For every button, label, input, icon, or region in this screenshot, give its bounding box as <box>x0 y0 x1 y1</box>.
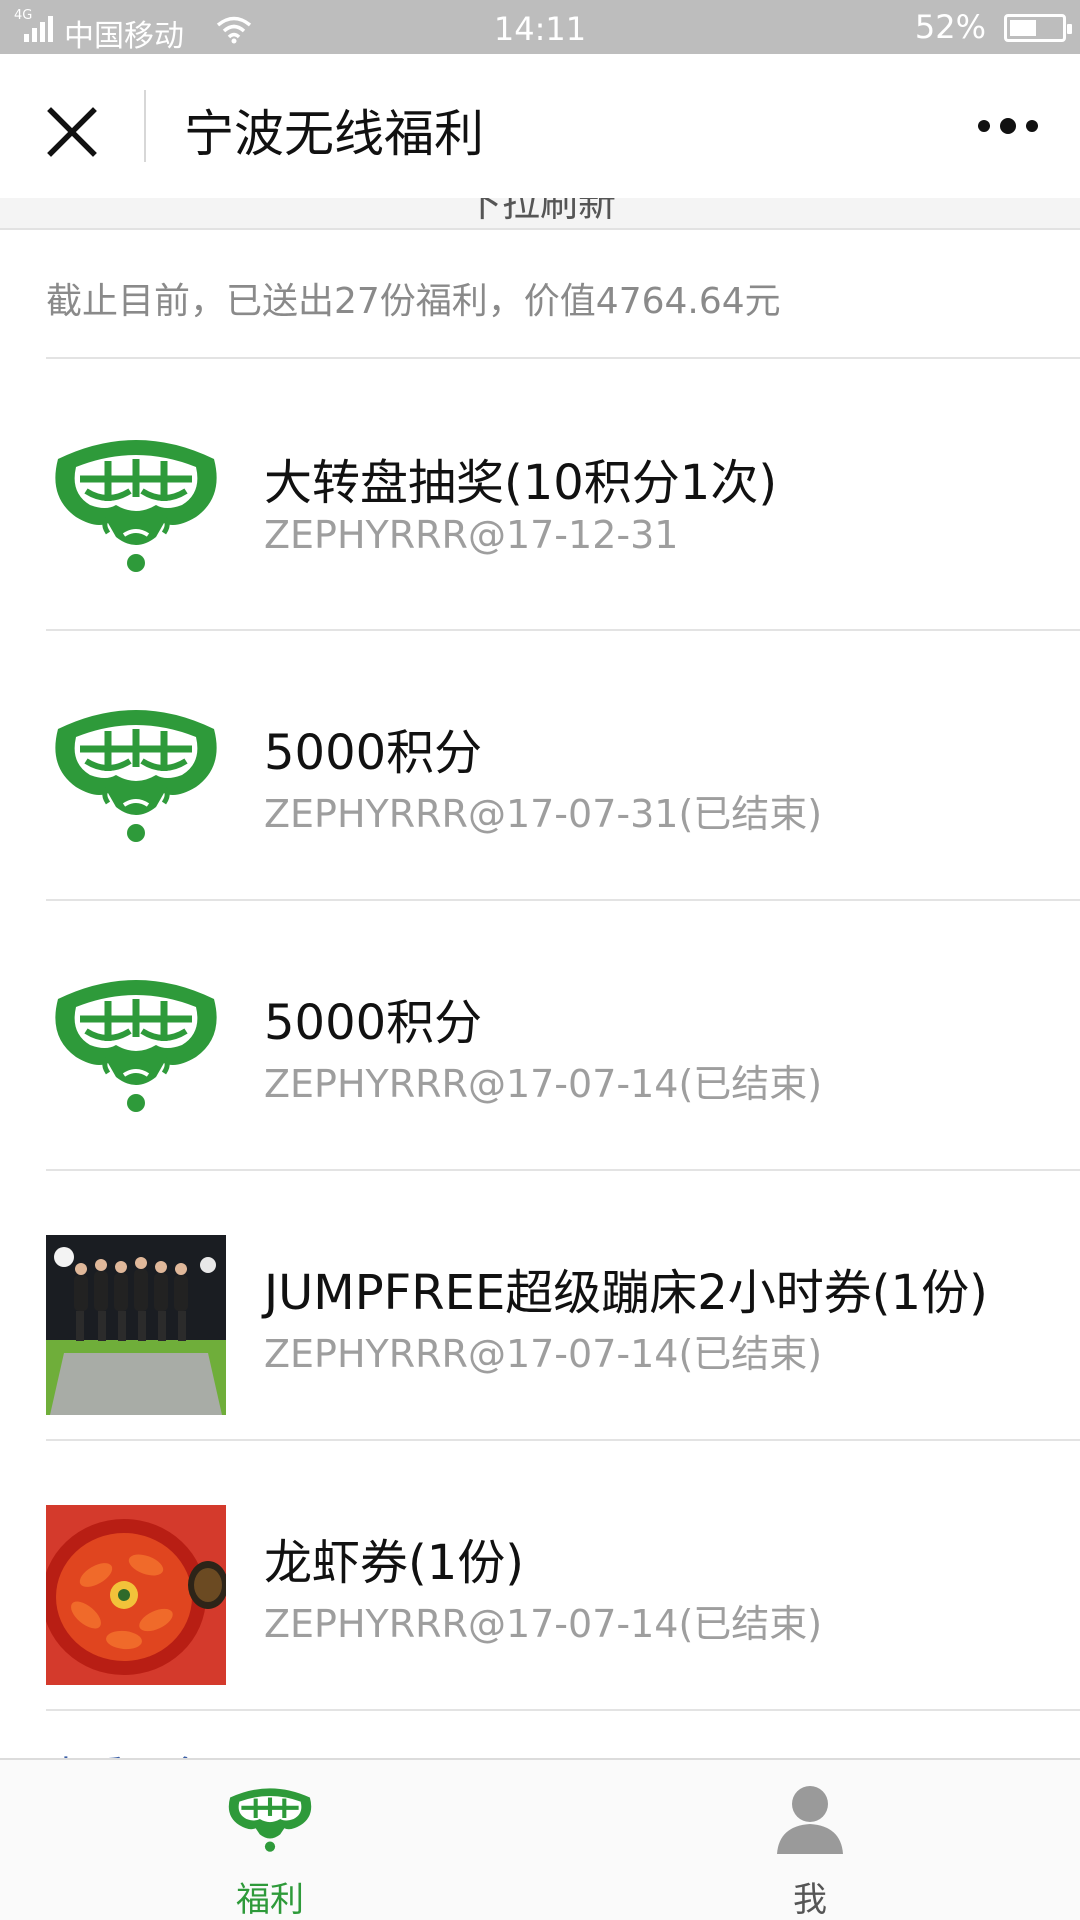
person-icon <box>760 1778 860 1858</box>
green-logo <box>46 965 226 1145</box>
green-logo-icon <box>55 980 217 1112</box>
green-logo <box>46 425 226 605</box>
more-button[interactable] <box>966 100 1050 152</box>
item-title: 大转盘抽奖(10积分1次) <box>264 455 778 511</box>
page-title: 宁波无线福利 <box>184 105 484 163</box>
battery-level <box>1010 20 1036 36</box>
battery-percent: 52% <box>914 8 986 46</box>
tab-me[interactable]: 我 <box>540 1760 1080 1920</box>
item-title: 5000积分 <box>264 725 483 781</box>
trampoline-photo <box>46 1235 226 1415</box>
status-bar: 4G 中国移动 14:11 52% <box>0 0 1080 54</box>
crayfish-photo-image <box>46 1505 226 1685</box>
item-meta: ZEPHYRRR@17-07-14(已结束) <box>264 1332 823 1376</box>
more-dots-icon-right <box>1026 120 1038 132</box>
tab-bar: 福利 我 <box>0 1758 1080 1920</box>
item-meta: ZEPHYRRR@17-07-14(已结束) <box>264 1062 823 1106</box>
green-logo-icon <box>55 710 217 842</box>
welfare-summary: 截止目前，已送出27份福利，价值4764.64元 <box>46 281 781 322</box>
pull-refresh-hint: 下拉刷新 <box>463 198 616 225</box>
tab-label: 福利 <box>236 1880 304 1920</box>
list-item[interactable]: 5000积分 ZEPHYRRR@17-07-14(已结束) <box>0 899 1080 1169</box>
tab-label: 我 <box>793 1880 827 1920</box>
green-logo <box>46 695 226 875</box>
green-logo-icon <box>220 1778 320 1858</box>
item-meta: ZEPHYRRR@17-07-14(已结束) <box>264 1602 823 1646</box>
close-icon <box>47 107 97 157</box>
pull-refresh-area: 下拉刷新 <box>0 198 1080 230</box>
more-dots-icon <box>978 120 990 132</box>
item-title: JUMPFREE超级蹦床2小时券(1份) <box>264 1265 988 1321</box>
crayfish-photo <box>46 1505 226 1685</box>
list-item[interactable]: 龙虾券(1份) ZEPHYRRR@17-07-14(已结束) <box>0 1439 1080 1709</box>
more-dots-icon-center <box>1000 118 1016 134</box>
nav-divider <box>144 90 146 162</box>
list-item[interactable]: 大转盘抽奖(10积分1次) ZEPHYRRR@17-12-31 <box>0 359 1080 629</box>
nav-bar: 宁波无线福利 <box>0 54 1080 198</box>
item-meta: ZEPHYRRR@17-12-31 <box>264 513 679 557</box>
battery-icon <box>1004 14 1072 42</box>
list-item[interactable]: 5000积分 ZEPHYRRR@17-07-31(已结束) <box>0 629 1080 899</box>
trampoline-photo-image <box>46 1235 226 1415</box>
green-logo-icon <box>55 440 217 572</box>
item-title: 5000积分 <box>264 995 483 1051</box>
item-title: 龙虾券(1份) <box>264 1535 524 1591</box>
item-meta: ZEPHYRRR@17-07-31(已结束) <box>264 792 823 836</box>
tab-welfare[interactable]: 福利 <box>0 1760 540 1920</box>
close-button[interactable] <box>30 90 114 174</box>
list-item[interactable]: JUMPFREE超级蹦床2小时券(1份) ZEPHYRRR@17-07-14(已… <box>0 1169 1080 1439</box>
divider <box>46 1709 1080 1711</box>
